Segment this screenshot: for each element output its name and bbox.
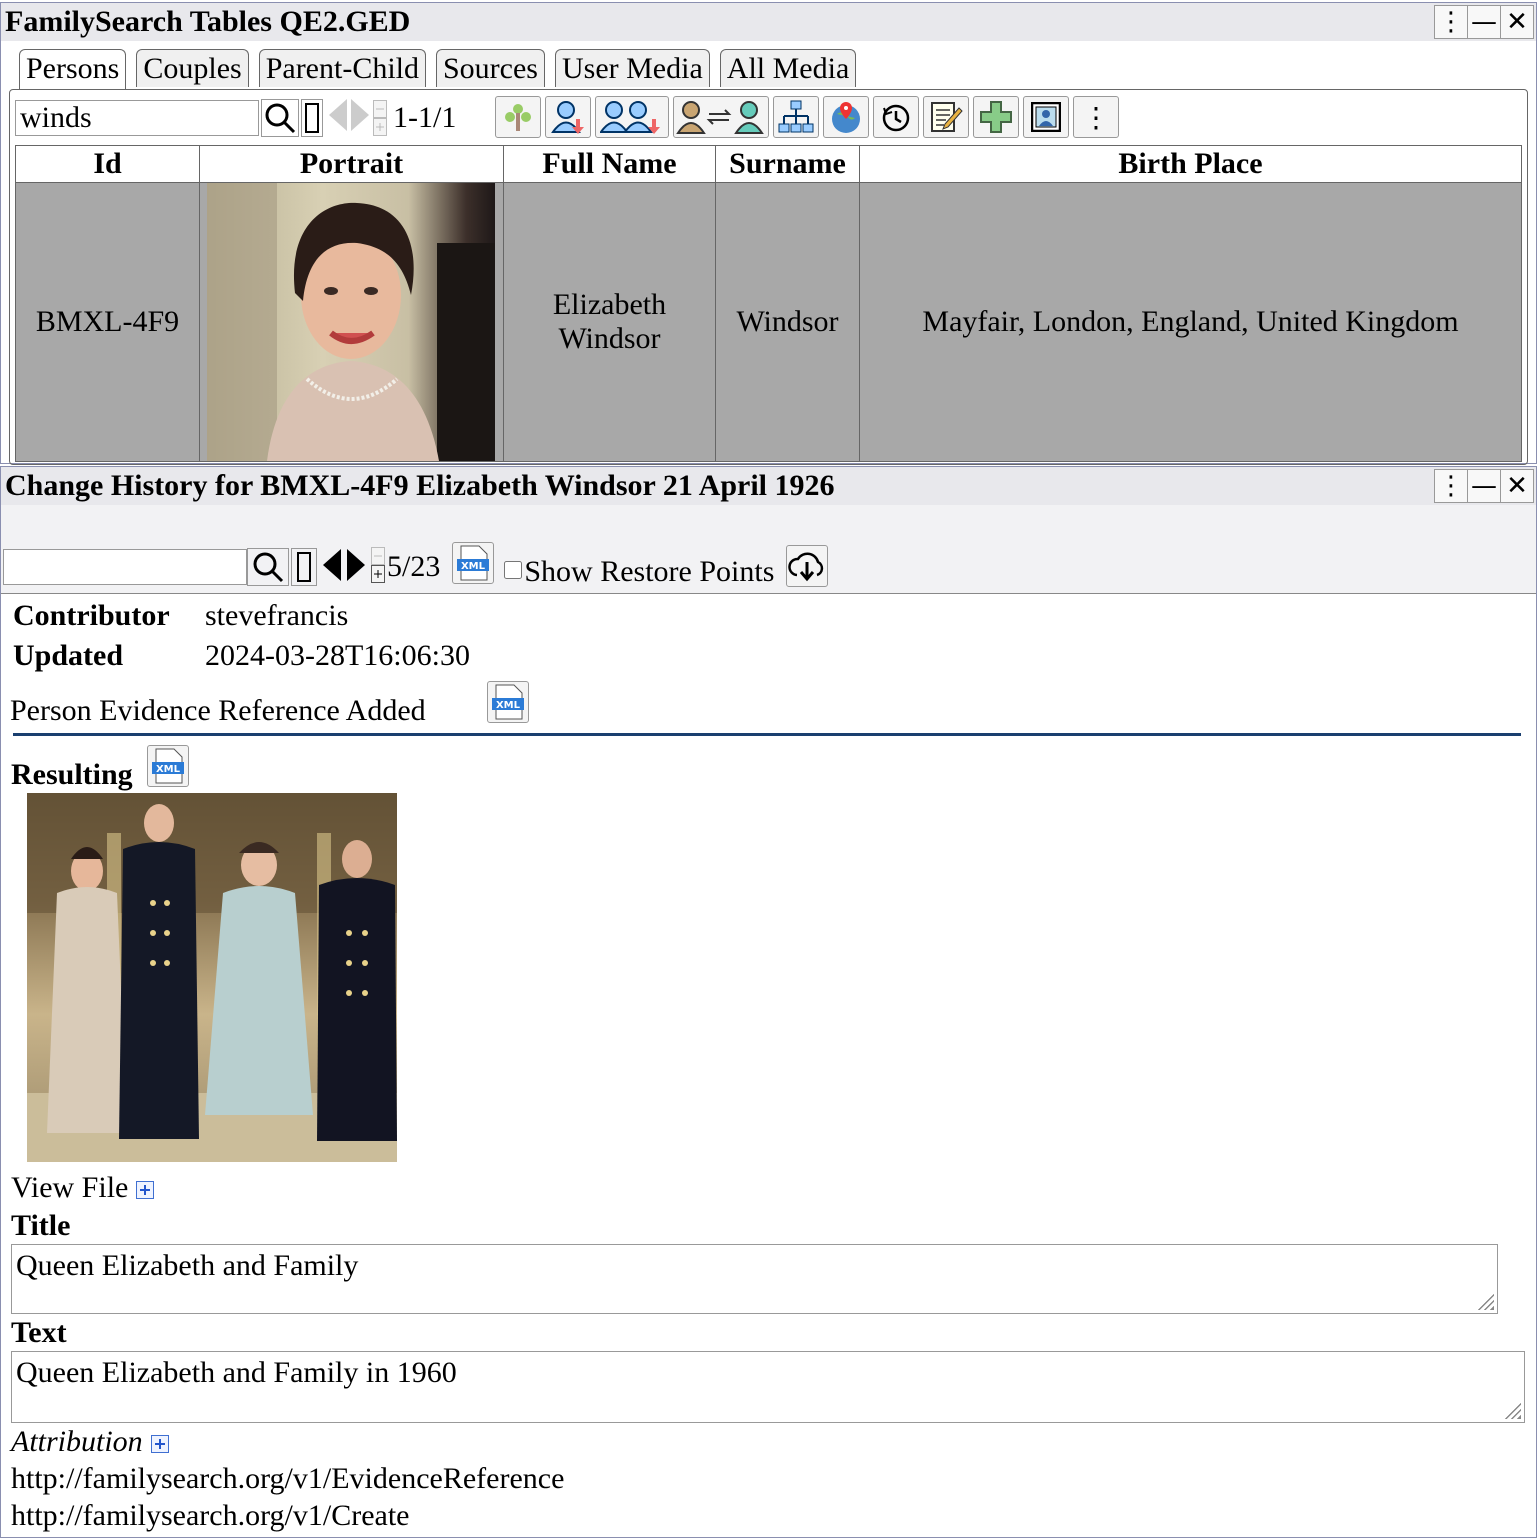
cell-surname: Windsor bbox=[715, 182, 860, 462]
history-next-icon[interactable] bbox=[345, 547, 367, 588]
history-stepper-icon[interactable] bbox=[371, 546, 385, 588]
change-description: Person Evidence Reference Added bbox=[10, 694, 426, 727]
change-history-window: Change History for BMXL-4F9 Elizabeth Wi… bbox=[0, 466, 1537, 1538]
expand-icon[interactable] bbox=[136, 1181, 155, 1200]
tab-couples[interactable]: Couples bbox=[136, 49, 249, 87]
action-buttons: ⋮ bbox=[495, 96, 1123, 138]
svg-text:XML: XML bbox=[156, 764, 181, 775]
history-close-icon[interactable]: ✕ bbox=[1500, 469, 1534, 503]
history-window-title: Change History for BMXL-4F9 Elizabeth Wi… bbox=[5, 469, 835, 502]
history-prev-icon[interactable] bbox=[321, 547, 343, 588]
search-icon[interactable] bbox=[261, 98, 299, 137]
text-label: Text bbox=[11, 1316, 67, 1349]
pedigree-icon[interactable] bbox=[773, 96, 819, 138]
cell-birth-place: Mayfair, London, England, United Kingdom bbox=[859, 182, 1522, 462]
view-file-link[interactable]: View File bbox=[11, 1171, 155, 1205]
persons-table: Id Portrait Full Name Surname Birth Plac… bbox=[15, 145, 1522, 462]
tab-bar: Persons Couples Parent-Child Sources Use… bbox=[19, 49, 866, 90]
table-header-row: Id Portrait Full Name Surname Birth Plac… bbox=[15, 145, 1522, 183]
persons-toolbar: 1-1/1 bbox=[15, 97, 462, 138]
title-bar[interactable]: FamilySearch Tables QE2.GED ⋮ — ✕ bbox=[1, 3, 1536, 41]
cell-portrait bbox=[199, 182, 504, 462]
tab-parent-child[interactable]: Parent-Child bbox=[258, 49, 426, 87]
view-file-label: View File bbox=[11, 1171, 129, 1204]
record-counter: 1-1/1 bbox=[393, 100, 457, 134]
full-name-last: Windsor bbox=[558, 322, 661, 355]
cell-full-name: Elizabeth Windsor bbox=[503, 182, 716, 462]
window-title: FamilySearch Tables QE2.GED bbox=[5, 5, 411, 38]
close-icon[interactable]: ✕ bbox=[1500, 5, 1534, 39]
contributor-value: stevefrancis bbox=[205, 599, 349, 632]
history-search-input[interactable] bbox=[3, 549, 247, 585]
history-toolbar: 5/23 XML Show Restore Points bbox=[3, 542, 829, 589]
cloud-download-icon[interactable] bbox=[786, 545, 829, 587]
xml-download-icon[interactable]: XML bbox=[452, 542, 495, 584]
resize-grip-icon[interactable] bbox=[1478, 1294, 1494, 1310]
text-value: Queen Elizabeth and Family in 1960 bbox=[16, 1356, 457, 1389]
table-row[interactable]: BMXL-4F9 Elizabeth Windsor Windsor Mayfa… bbox=[15, 182, 1522, 462]
resulting-xml-icon[interactable]: XML bbox=[147, 745, 189, 787]
title-value: Queen Elizabeth and Family bbox=[16, 1249, 359, 1282]
search-input[interactable] bbox=[15, 99, 259, 136]
show-restore-points-checkbox[interactable] bbox=[504, 561, 523, 579]
prev-icon[interactable] bbox=[327, 97, 349, 138]
next-icon[interactable] bbox=[349, 97, 371, 138]
minimize-icon[interactable]: — bbox=[1467, 5, 1501, 39]
resulting-label: Resulting bbox=[11, 758, 133, 791]
clear-icon[interactable] bbox=[301, 98, 323, 137]
compare-persons-icon[interactable] bbox=[673, 96, 769, 138]
portrait-icon[interactable] bbox=[1023, 96, 1069, 138]
title-textarea[interactable]: Queen Elizabeth and Family bbox=[11, 1244, 1498, 1314]
expand-icon[interactable] bbox=[150, 1435, 169, 1454]
persons-download-icon[interactable] bbox=[595, 96, 669, 138]
family-photo[interactable] bbox=[27, 793, 397, 1162]
history-title-bar[interactable]: Change History for BMXL-4F9 Elizabeth Wi… bbox=[1, 467, 1536, 505]
history-counter: 5/23 bbox=[387, 550, 441, 583]
cell-id: BMXL-4F9 bbox=[15, 182, 200, 462]
tab-sources[interactable]: Sources bbox=[436, 49, 545, 87]
tree-icon[interactable] bbox=[495, 96, 541, 138]
col-birth-place[interactable]: Birth Place bbox=[859, 145, 1522, 183]
svg-text:XML: XML bbox=[496, 700, 521, 711]
history-menu-icon[interactable]: ⋮ bbox=[1434, 469, 1468, 503]
attribution-link[interactable]: http://familysearch.org/v1/Create bbox=[11, 1499, 410, 1533]
col-portrait[interactable]: Portrait bbox=[199, 145, 504, 183]
history-icon[interactable] bbox=[873, 96, 919, 138]
history-search-icon[interactable] bbox=[247, 548, 289, 586]
updated-label: Updated bbox=[13, 639, 124, 672]
updated-value: 2024-03-28T16:06:30 bbox=[205, 639, 470, 672]
col-surname[interactable]: Surname bbox=[715, 145, 860, 183]
full-name-first: Elizabeth bbox=[552, 288, 667, 321]
contributor-label: Contributor bbox=[13, 599, 170, 632]
person-download-icon[interactable] bbox=[545, 96, 591, 138]
col-full-name[interactable]: Full Name bbox=[503, 145, 716, 183]
col-id[interactable]: Id bbox=[15, 145, 200, 183]
text-textarea[interactable]: Queen Elizabeth and Family in 1960 bbox=[11, 1351, 1525, 1423]
add-icon[interactable] bbox=[973, 96, 1019, 138]
attribution-link[interactable]: http://familysearch.org/v1/EvidenceRefer… bbox=[11, 1462, 564, 1496]
portrait-image bbox=[207, 183, 495, 461]
menu-icon[interactable]: ⋮ bbox=[1434, 5, 1468, 39]
history-minimize-icon[interactable]: — bbox=[1467, 469, 1501, 503]
tab-all-media[interactable]: All Media bbox=[719, 49, 857, 87]
attribution-label: Attribution bbox=[11, 1425, 143, 1458]
tab-persons[interactable]: Persons bbox=[19, 49, 127, 90]
more-menu-icon[interactable]: ⋮ bbox=[1073, 96, 1119, 138]
title-label: Title bbox=[11, 1209, 71, 1242]
map-icon[interactable] bbox=[823, 96, 869, 138]
tab-user-media[interactable]: User Media bbox=[554, 49, 710, 87]
attribution-toggle[interactable]: Attribution bbox=[11, 1425, 169, 1459]
stepper-icon[interactable] bbox=[373, 99, 387, 136]
edit-notes-icon[interactable] bbox=[923, 96, 969, 138]
section-divider bbox=[13, 733, 1521, 736]
family-tables-window: FamilySearch Tables QE2.GED ⋮ — ✕ Person… bbox=[0, 2, 1537, 465]
resize-grip-icon[interactable] bbox=[1505, 1403, 1521, 1419]
change-xml-icon[interactable]: XML bbox=[487, 681, 529, 723]
svg-text:XML: XML bbox=[461, 561, 486, 572]
history-clear-icon[interactable] bbox=[291, 548, 317, 586]
show-restore-points-label[interactable]: Show Restore Points bbox=[524, 555, 774, 589]
